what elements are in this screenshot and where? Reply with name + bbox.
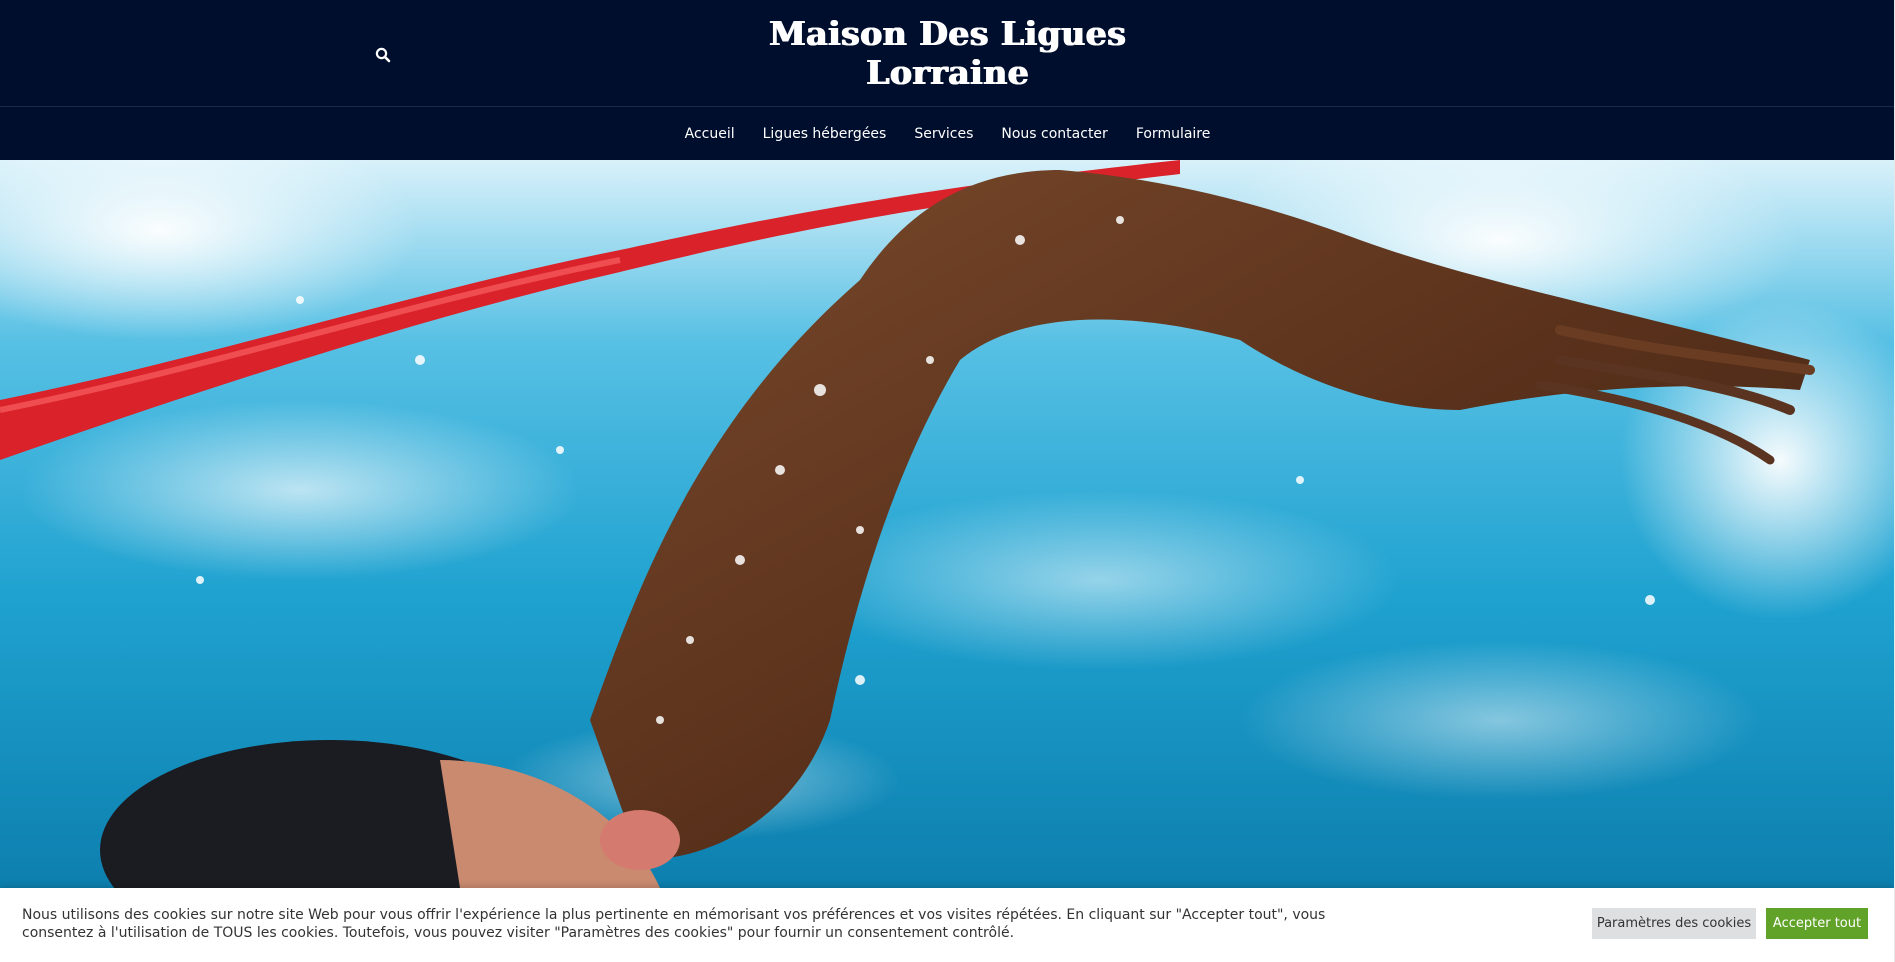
nav-list: Accueil Ligues hébergées Services Nous c… xyxy=(0,107,1895,160)
site-title-line-1: Maison Des Ligues xyxy=(768,14,1127,53)
cookie-banner-text: Nous utilisons des cookies sur notre sit… xyxy=(22,907,1326,941)
swimmer-photo xyxy=(0,160,1895,888)
site-header: Maison Des Ligues Lorraine xyxy=(0,0,1895,106)
main-navigation: Accueil Ligues hébergées Services Nous c… xyxy=(0,106,1895,160)
nav-item-accueil[interactable]: Accueil xyxy=(671,126,749,142)
page: Maison Des Ligues Lorraine Accueil Ligue… xyxy=(0,0,1895,962)
nav-item-formulaire[interactable]: Formulaire xyxy=(1122,126,1225,142)
hero-image xyxy=(0,160,1895,888)
site-title[interactable]: Maison Des Ligues Lorraine xyxy=(0,14,1895,92)
nav-item-nous-contacter[interactable]: Nous contacter xyxy=(987,126,1121,142)
accept-all-cookies-button[interactable]: Accepter tout xyxy=(1766,908,1868,939)
nav-item-ligues-hebergees[interactable]: Ligues hébergées xyxy=(749,126,901,142)
nav-item-services[interactable]: Services xyxy=(900,126,987,142)
cookie-settings-button[interactable]: Paramètres des cookies xyxy=(1592,908,1756,939)
cookie-banner: Nous utilisons des cookies sur notre sit… xyxy=(0,888,1895,962)
site-title-line-2: Lorraine xyxy=(866,53,1029,92)
